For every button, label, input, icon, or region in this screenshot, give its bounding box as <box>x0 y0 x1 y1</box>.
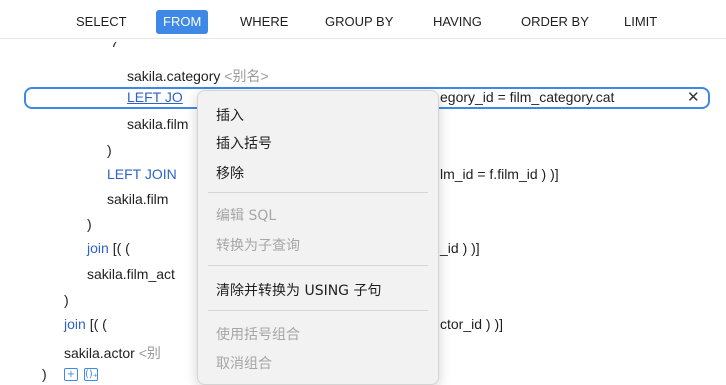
tab-having[interactable]: HAVING <box>433 10 482 34</box>
menu-divider <box>208 265 428 266</box>
clause-tab-bar: SELECT FROM WHERE GROUP BY HAVING ORDER … <box>0 0 726 39</box>
close-paren: ) <box>64 292 69 308</box>
table-line-film[interactable]: sakila.film <box>127 116 188 132</box>
add-table-button[interactable]: + <box>64 368 78 381</box>
join-condition[interactable]: lm_id = f.film_id ) )] <box>440 166 559 182</box>
join-line[interactable]: join [( ( <box>87 240 130 256</box>
join-keyword[interactable]: join <box>64 316 86 332</box>
join-brackets: [( ( <box>89 316 107 332</box>
join-line[interactable]: join [( ( <box>64 316 107 332</box>
add-group-button[interactable]: ()₊ <box>84 368 98 381</box>
menu-item-ungroup: 取消组合 <box>216 356 272 372</box>
join-condition[interactable]: egory_id = film_category.cat <box>440 89 614 105</box>
table-line-actor[interactable]: sakila.actor <别 <box>64 343 161 363</box>
table-line-film-2[interactable]: sakila.film <box>107 191 168 207</box>
menu-divider <box>208 310 428 311</box>
context-menu: 插入 插入括号 移除 编辑 SQL 转换为子查询 清除并转换为 USING 子句… <box>197 90 439 385</box>
join-keyword[interactable]: LEFT JO <box>127 89 183 105</box>
table-name[interactable]: sakila.actor <box>64 345 135 361</box>
close-paren: ) <box>42 366 47 382</box>
menu-item-insert[interactable]: 插入 <box>216 105 244 125</box>
paren-line: ( <box>112 39 117 47</box>
close-paren: ) <box>107 142 112 158</box>
alias-placeholder[interactable]: <别名> <box>224 68 268 84</box>
join-condition[interactable]: ctor_id ) )] <box>440 316 503 332</box>
menu-item-insert-paren[interactable]: 插入括号 <box>216 133 272 153</box>
join-keyword[interactable]: LEFT JOIN <box>107 166 177 182</box>
menu-item-to-subquery: 转换为子查询 <box>216 238 300 254</box>
tab-where[interactable]: WHERE <box>240 10 288 34</box>
close-paren: ) <box>87 216 92 232</box>
join-condition[interactable]: _id ) )] <box>440 240 480 256</box>
table-line-category[interactable]: sakila.category <别名> <box>127 66 269 86</box>
menu-divider <box>208 192 428 193</box>
alias-placeholder[interactable]: <别 <box>139 345 161 361</box>
menu-item-edit-sql: 编辑 SQL <box>216 208 277 224</box>
tab-from[interactable]: FROM <box>156 10 209 34</box>
join-keyword[interactable]: join <box>87 240 109 256</box>
join-brackets: [( ( <box>112 240 130 256</box>
tab-group-by[interactable]: GROUP BY <box>325 10 393 34</box>
table-line-film-actor[interactable]: sakila.film_act <box>87 266 175 282</box>
menu-item-group-with-paren: 使用括号组合 <box>216 327 300 343</box>
menu-item-clear-to-using[interactable]: 清除并转换为 USING 子句 <box>216 280 381 300</box>
close-icon[interactable]: ✕ <box>687 88 700 106</box>
menu-item-remove[interactable]: 移除 <box>216 163 244 183</box>
tab-order-by[interactable]: ORDER BY <box>521 10 589 34</box>
tab-limit[interactable]: LIMIT <box>624 10 657 34</box>
table-name[interactable]: sakila.category <box>127 68 220 84</box>
tab-select[interactable]: SELECT <box>76 10 127 34</box>
